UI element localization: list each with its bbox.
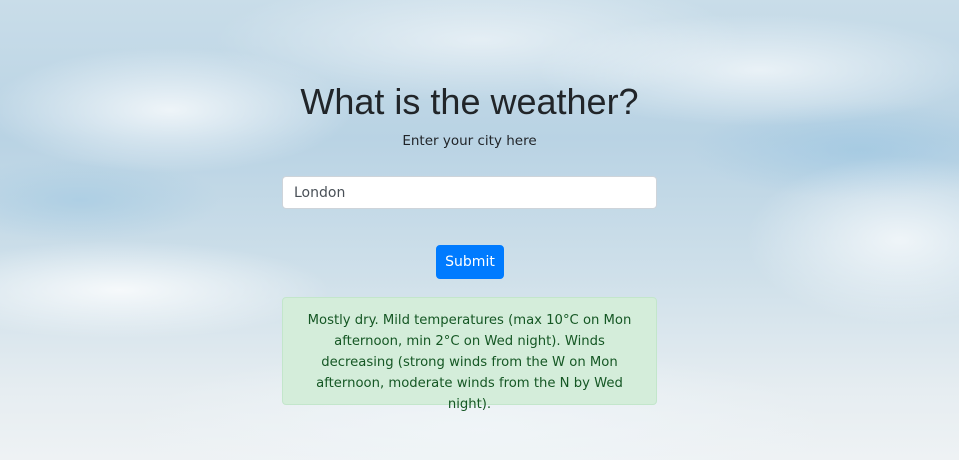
forecast-text: Mostly dry. Mild temperatures (max 10°C …: [307, 313, 632, 412]
city-input[interactable]: [282, 176, 657, 209]
forecast-result: Mostly dry. Mild temperatures (max 10°C …: [282, 297, 657, 412]
page-subtitle: Enter your city here: [402, 133, 537, 149]
weather-page: { "header": { "title": "What is the weat…: [0, 0, 959, 460]
page-title: What is the weather?: [300, 81, 639, 122]
submit-button[interactable]: Submit: [436, 245, 504, 279]
